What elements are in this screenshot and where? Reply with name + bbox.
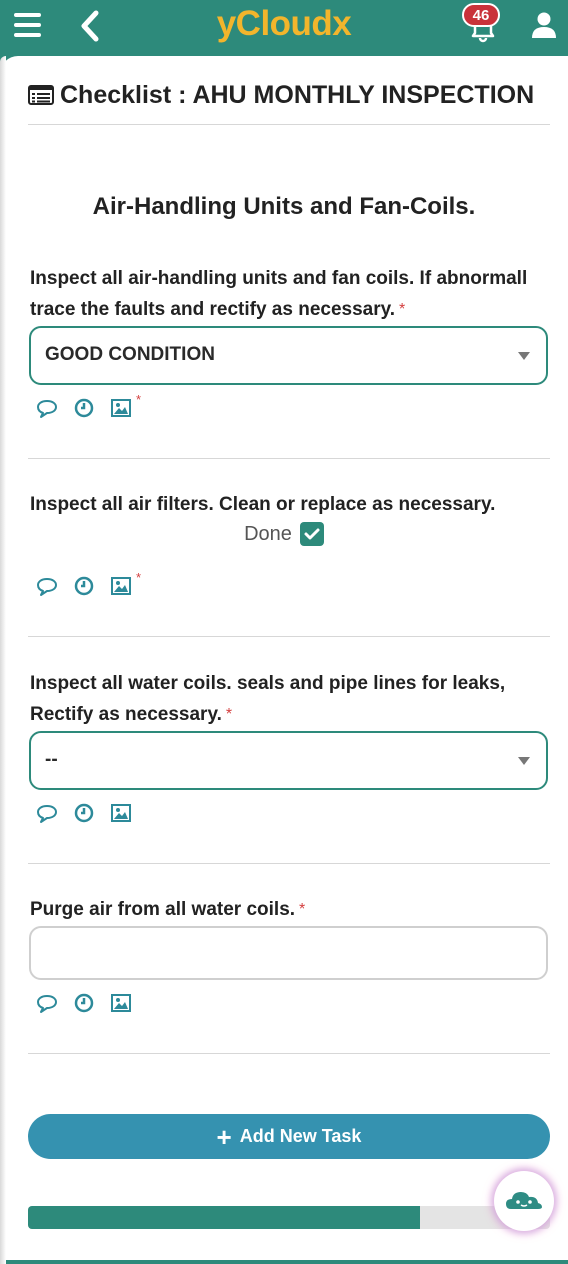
section-title: Air-Handling Units and Fan-Coils. — [92, 193, 476, 220]
question-text: Inspect all air filters. Clean or replac… — [30, 494, 496, 515]
question-actions: * — [36, 392, 147, 419]
question-text: Purge air from all water coils. — [30, 899, 296, 920]
progress-bar — [28, 1206, 550, 1229]
question-label: Inspect all water coils. seals and pipe … — [30, 668, 550, 730]
image-required-marker: * — [135, 392, 141, 407]
question-label: Inspect all air-handling units and fan c… — [30, 263, 550, 325]
comment-icon[interactable] — [36, 397, 58, 419]
divider — [28, 636, 550, 637]
select-value: -- — [45, 749, 58, 770]
image-required-marker: * — [135, 570, 141, 585]
caret-down-icon — [518, 352, 530, 360]
add-task-label: Add New Task — [239, 1126, 362, 1146]
image-icon[interactable]: * — [110, 570, 141, 597]
cloud-bot-icon — [506, 1192, 542, 1209]
image-icon[interactable]: * — [110, 392, 141, 419]
question-text: Inspect all air-handling units and fan c… — [30, 268, 528, 320]
assistant-bot-button[interactable] — [494, 1171, 554, 1231]
clock-icon[interactable] — [73, 992, 95, 1014]
caret-down-icon — [518, 757, 530, 765]
required-marker: * — [225, 706, 233, 723]
divider — [28, 458, 550, 459]
content-card — [0, 56, 568, 1260]
required-marker: * — [399, 301, 406, 318]
notification-badge: 46 — [462, 3, 500, 27]
comment-icon[interactable] — [36, 802, 58, 824]
purge-air-input[interactable] — [29, 926, 548, 980]
comment-icon[interactable] — [36, 992, 58, 1014]
add-new-task-button[interactable]: + Add New Task — [28, 1114, 550, 1159]
plus-icon: + — [216, 1121, 232, 1152]
progress-fill — [28, 1206, 420, 1229]
required-marker: * — [299, 901, 306, 918]
done-checkbox[interactable] — [299, 522, 324, 546]
clock-icon[interactable] — [73, 397, 95, 419]
question-actions — [36, 802, 147, 824]
clock-icon[interactable] — [73, 575, 95, 597]
card-edge — [0, 56, 6, 1264]
question-text: Inspect all water coils. seals and pipe … — [30, 673, 506, 725]
image-icon[interactable] — [110, 992, 132, 1014]
top-app-bar: yCloudx 46 — [0, 0, 568, 56]
question-actions: * — [36, 570, 147, 597]
divider — [28, 1053, 550, 1054]
image-icon[interactable] — [110, 802, 132, 824]
leak-check-select[interactable]: -- — [29, 731, 548, 790]
clock-icon[interactable] — [73, 802, 95, 824]
divider — [28, 863, 550, 864]
done-checkbox-row: Done — [0, 522, 568, 546]
comment-icon[interactable] — [36, 575, 58, 597]
divider — [28, 124, 550, 125]
list-icon — [28, 85, 54, 105]
checkbox-label: Done — [244, 522, 292, 545]
select-value: GOOD CONDITION — [45, 344, 215, 365]
condition-select[interactable]: GOOD CONDITION — [29, 326, 548, 385]
question-label: Inspect all air filters. Clean or replac… — [30, 489, 550, 520]
question-actions — [36, 992, 147, 1014]
user-icon[interactable] — [531, 11, 557, 39]
checklist-title: Checklist : AHU MONTHLY INSPECTION — [60, 80, 535, 109]
checklist-header: Checklist : AHU MONTHLY INSPECTION — [28, 78, 534, 112]
question-label: Purge air from all water coils. * — [30, 894, 550, 925]
check-icon — [304, 528, 320, 540]
